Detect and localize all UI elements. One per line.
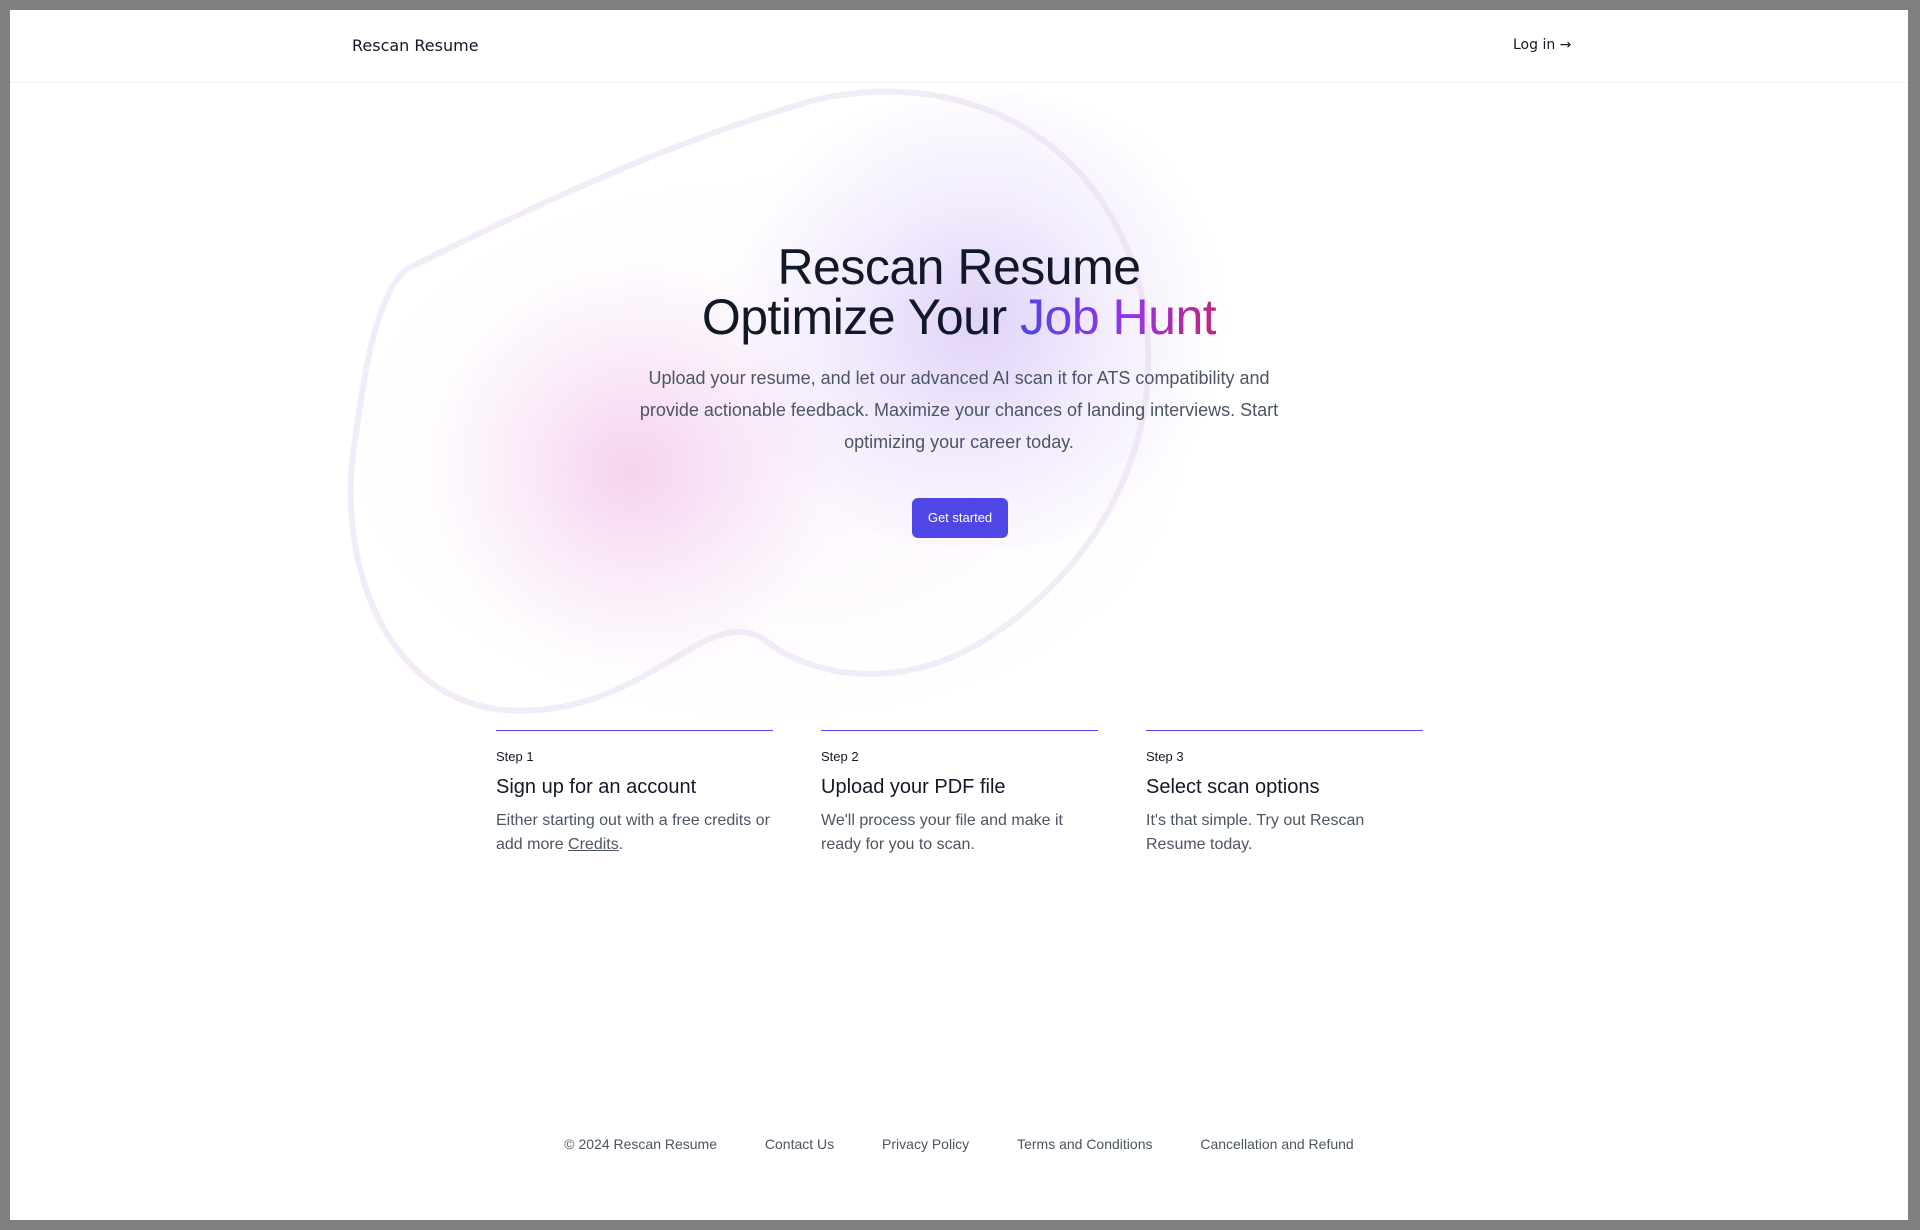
step-description-end: .	[618, 836, 624, 853]
step-description-text: Either starting out with a free credits …	[496, 812, 770, 853]
step-title: Select scan options	[1146, 776, 1320, 798]
step-description: Either starting out with a free credits …	[496, 809, 773, 857]
step-card-1: Step 1 Sign up for an account Either sta…	[496, 730, 773, 857]
hero-title-line1: Rescan Resume	[777, 239, 1141, 295]
step-description: It's that simple. Try out Rescan Resume …	[1146, 812, 1365, 853]
footer-link-contact[interactable]: Contact Us	[765, 1136, 834, 1152]
step-description: We'll process your file and make it read…	[821, 812, 1063, 853]
step-label: Step 3	[1146, 749, 1184, 764]
hero-title-plain: Optimize Your	[701, 289, 1021, 345]
step-title: Sign up for an account	[496, 776, 697, 798]
hero-section: Rescan Resume Optimize Your Job Hunt Upl…	[10, 242, 1908, 458]
step-title: Upload your PDF file	[821, 776, 1006, 798]
site-footer: © 2024 Rescan Resume Contact Us Privacy …	[10, 1136, 1908, 1152]
brand-logo-text[interactable]: Rescan Resume	[352, 36, 479, 55]
site-header: Rescan Resume Log in →	[10, 10, 1908, 83]
footer-copyright: © 2024 Rescan Resume	[564, 1136, 718, 1152]
login-link[interactable]: Log in →	[1513, 37, 1571, 53]
hero-title-line2: Optimize Your Job Hunt	[10, 292, 1908, 342]
footer-link-refund[interactable]: Cancellation and Refund	[1200, 1136, 1353, 1152]
step-label: Step 2	[821, 749, 859, 764]
footer-link-terms[interactable]: Terms and Conditions	[1017, 1136, 1152, 1152]
browser-page: Rescan Resume Log in → Rescan Resume Opt…	[10, 10, 1908, 1220]
credits-link[interactable]: Credits	[568, 836, 619, 853]
hero-title-highlight: Job Hunt	[1020, 289, 1217, 345]
hero-title: Rescan Resume Optimize Your Job Hunt	[10, 242, 1908, 342]
hero-description: Upload your resume, and let our advanced…	[639, 368, 1279, 452]
step-card-2: Step 2 Upload your PDF file We'll proces…	[821, 730, 1098, 857]
step-label: Step 1	[496, 749, 534, 764]
step-card-3: Step 3 Select scan options It's that sim…	[1146, 730, 1423, 857]
footer-link-privacy[interactable]: Privacy Policy	[882, 1136, 969, 1152]
get-started-button[interactable]: Get started	[912, 498, 1008, 538]
